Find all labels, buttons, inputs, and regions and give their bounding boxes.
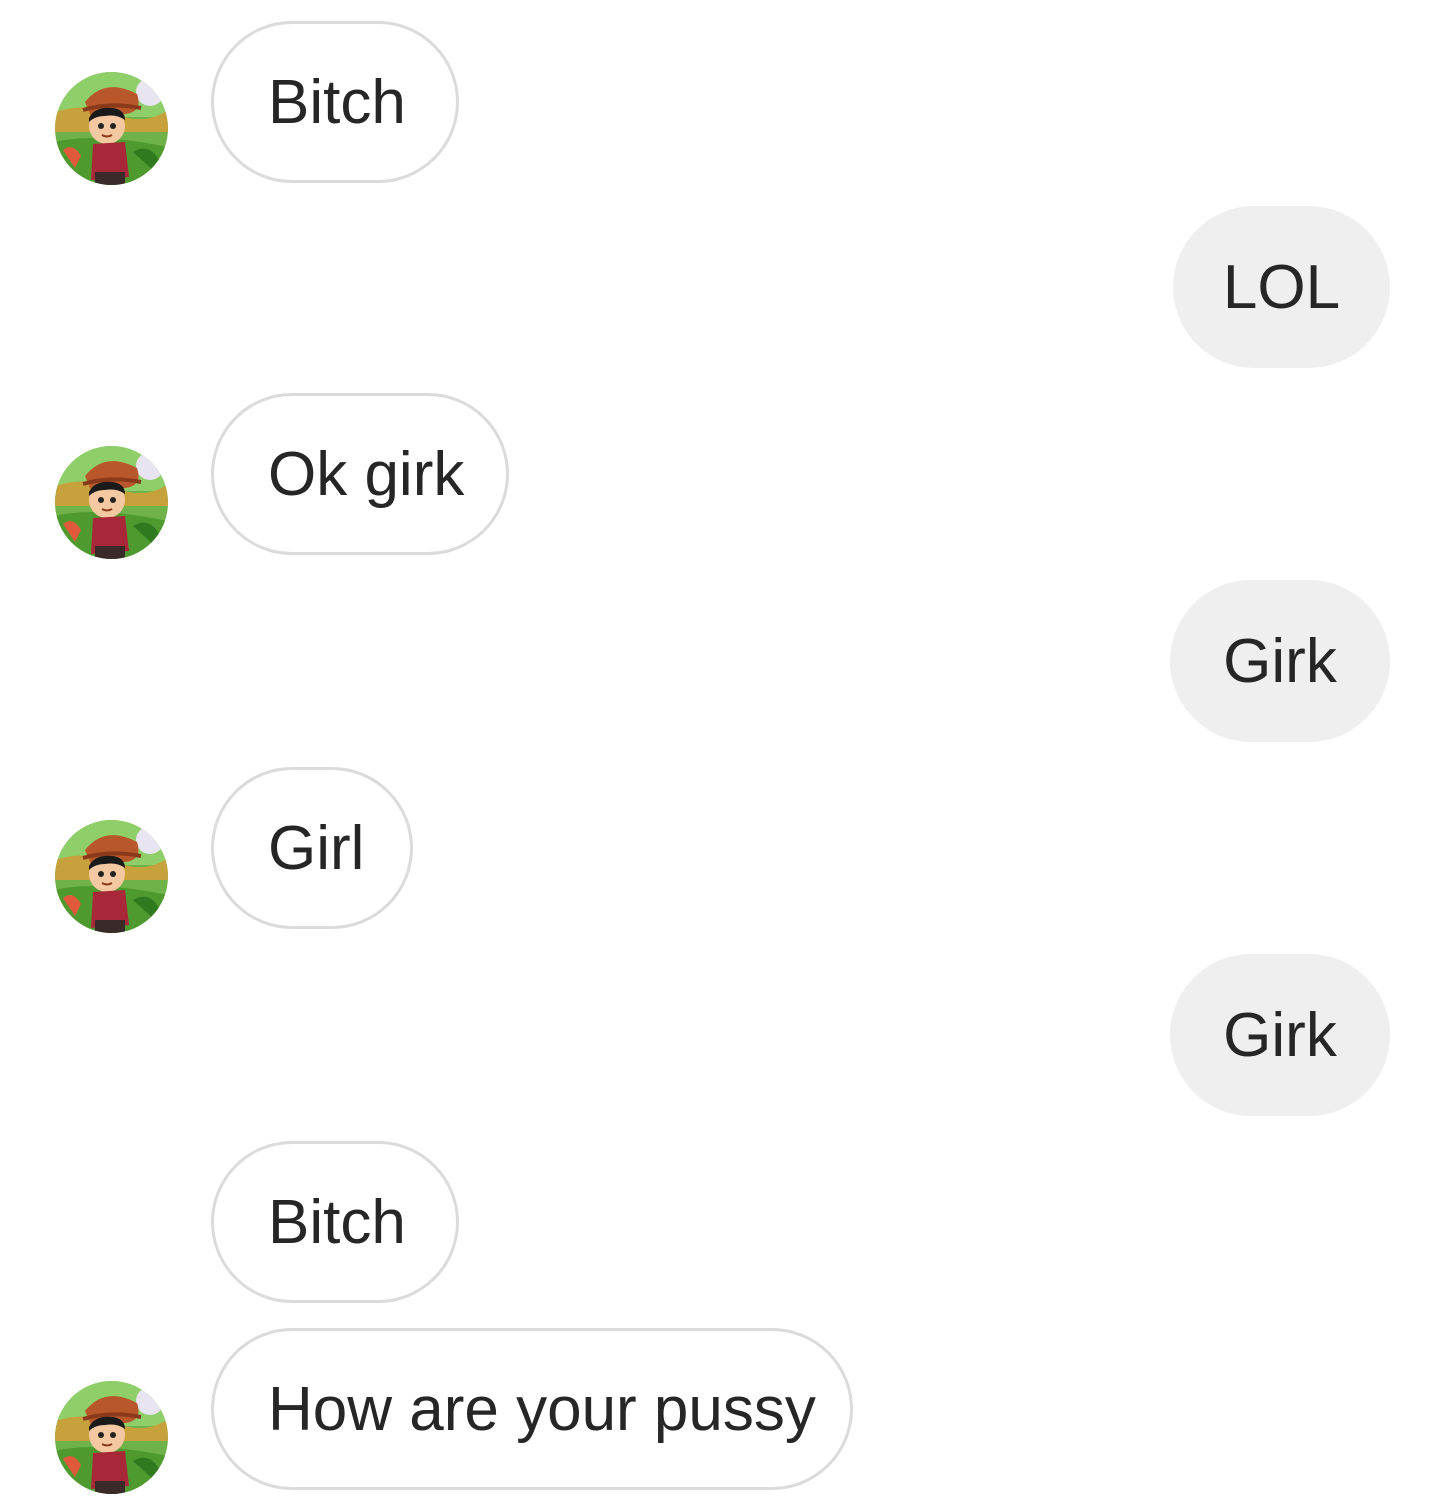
message-text: Girl [268, 813, 365, 883]
contact-avatar-icon[interactable] [55, 72, 168, 185]
message-text: How are your pussy [268, 1374, 816, 1444]
message-text: Bitch [268, 1187, 406, 1257]
contact-avatar-icon[interactable] [55, 820, 168, 933]
message-bubble-outgoing[interactable]: Girk [1170, 954, 1390, 1116]
message-text: Girk [1223, 1000, 1337, 1070]
message-bubble-outgoing[interactable]: LOL [1173, 206, 1390, 368]
message-text: Ok girk [268, 439, 465, 509]
contact-avatar-icon[interactable] [55, 1381, 168, 1494]
message-bubble-incoming[interactable]: How are your pussy [211, 1328, 853, 1490]
message-bubble-incoming[interactable]: Bitch [211, 1141, 459, 1303]
message-text: Girk [1223, 626, 1337, 696]
message-bubble-outgoing[interactable]: Girk [1170, 580, 1390, 742]
message-thread: Bitch LOL Ok girk Girk Girl Girk Bitch H… [0, 0, 1440, 1506]
contact-avatar-icon[interactable] [55, 446, 168, 559]
message-bubble-incoming[interactable]: Bitch [211, 21, 459, 183]
message-text: Bitch [268, 67, 406, 137]
message-text: LOL [1222, 252, 1341, 322]
message-bubble-incoming[interactable]: Ok girk [211, 393, 509, 555]
message-bubble-incoming[interactable]: Girl [211, 767, 413, 929]
